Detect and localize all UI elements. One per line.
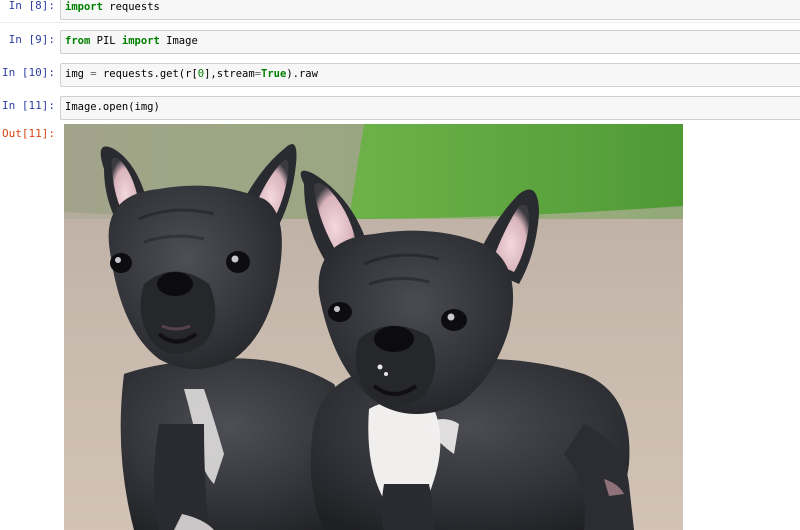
code-token: ).raw [286,68,318,80]
code-cell-8[interactable]: In [8]: import requests [0,0,800,24]
input-prompt: In [8]: [8,0,55,12]
input-prompt: In [11]: [2,99,55,112]
code-input[interactable]: import requests [60,0,800,20]
code-input[interactable]: img = requests.get(r[0],stream=True).raw [60,63,800,87]
french-bulldogs-photo [64,124,683,530]
input-prompt: In [10]: [2,66,55,79]
code-token: Image.open(img) [65,101,160,113]
cell-divider [0,22,800,23]
code-token: from [65,35,91,47]
code-token: requests.get(r[ [96,68,198,80]
code-token: import [65,1,103,13]
code-token: import [121,35,160,47]
code-cell-11[interactable]: In [11]: Image.open(img) [0,96,800,124]
code-token: Image [159,35,198,47]
code-input[interactable]: Image.open(img) [60,96,800,120]
code-input[interactable]: from PIL import Image [60,30,800,54]
output-prompt: Out[11]: [2,127,55,140]
code-token: PIL [90,35,122,47]
code-cell-9[interactable]: In [9]: from PIL import Image [0,30,800,58]
code-token: img [65,68,91,80]
code-token: True [261,68,287,80]
input-prompt: In [9]: [8,33,55,46]
code-token: requests [102,1,160,13]
code-token: ],stream [204,68,255,80]
output-image [64,124,683,530]
code-cell-10[interactable]: In [10]: img = requests.get(r[0],stream=… [0,63,800,91]
